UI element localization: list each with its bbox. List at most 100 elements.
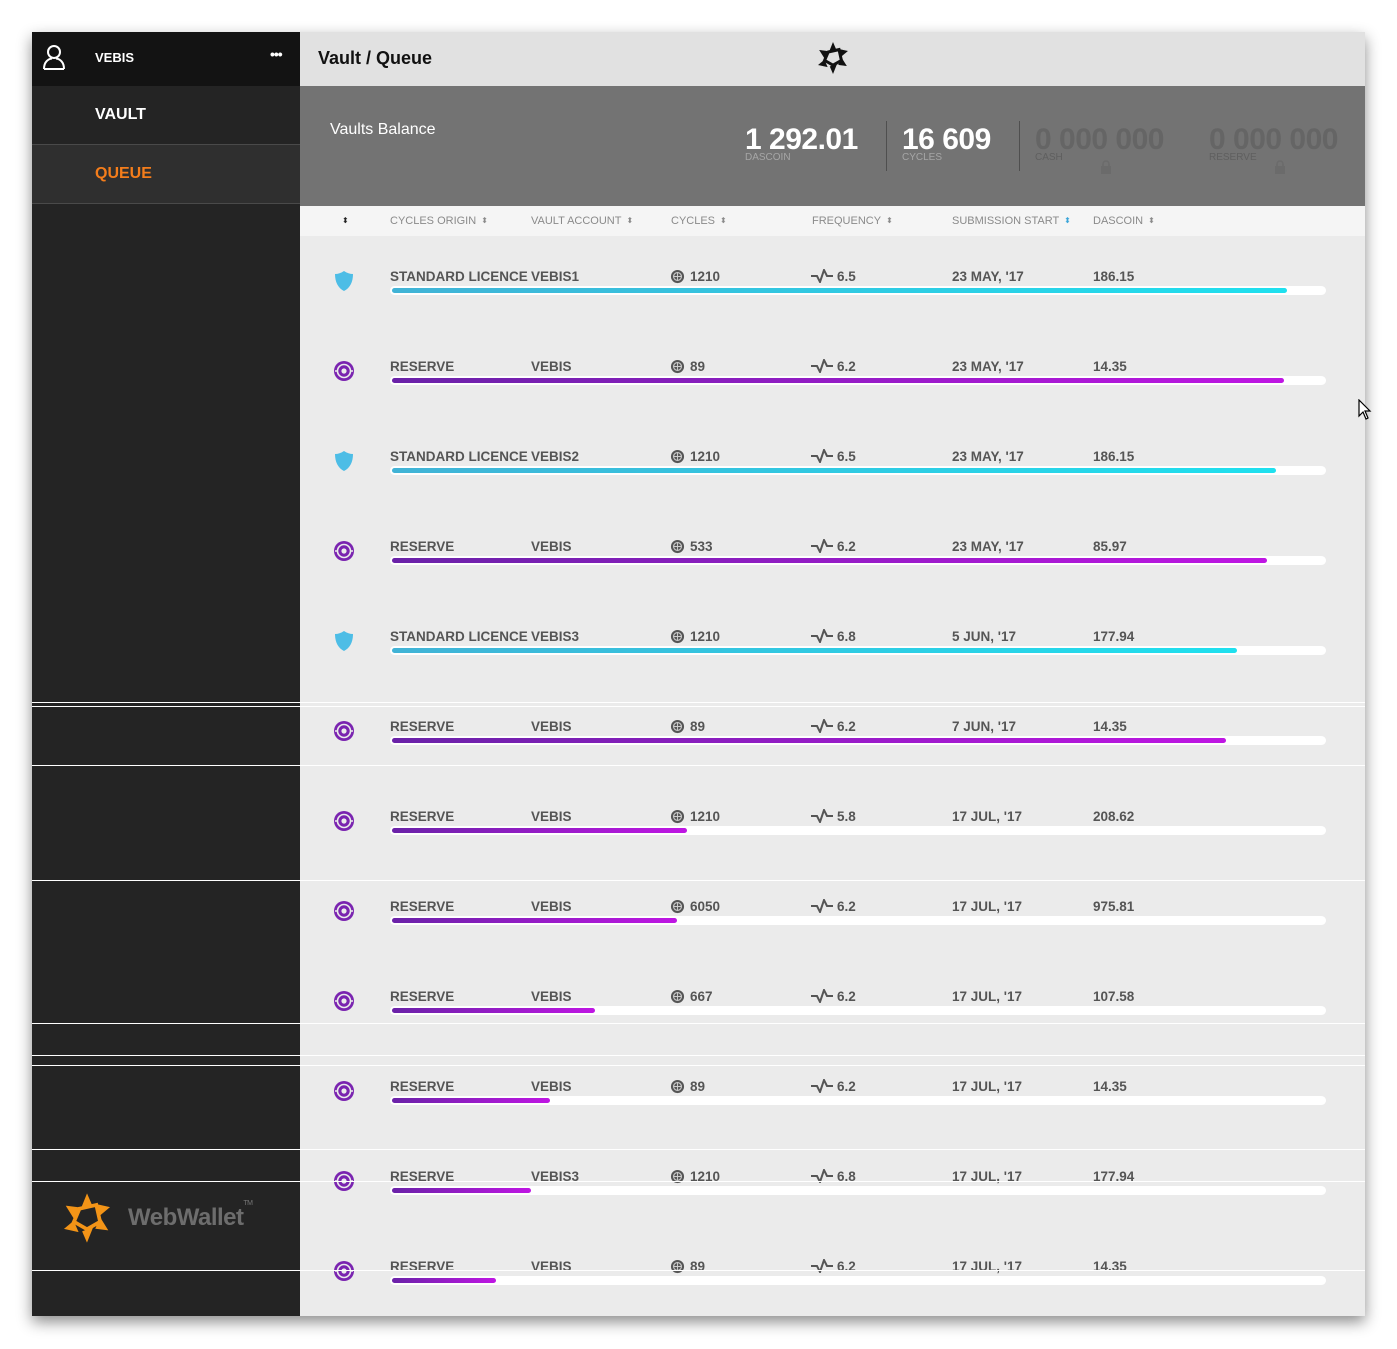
progress-track bbox=[390, 1096, 1326, 1105]
row-type-icon bbox=[333, 990, 355, 1012]
cell-submission-start: 5 JUN, '17 bbox=[952, 629, 1016, 644]
cell-dascoin: 14.35 bbox=[1093, 1079, 1127, 1094]
pulse-icon bbox=[811, 809, 833, 823]
pulse-icon bbox=[811, 899, 833, 913]
cycles-icon bbox=[670, 539, 685, 554]
sort-icon: ⬍ bbox=[1148, 216, 1155, 225]
column-header-frequency[interactable]: FREQUENCY ⬍ bbox=[812, 215, 893, 227]
cell-vault-account: VEBIS bbox=[531, 539, 572, 554]
cell-cycles-origin: RESERVE bbox=[390, 1259, 455, 1274]
cycles-value: 89 bbox=[690, 719, 706, 734]
frequency-value: 6.2 bbox=[837, 1079, 856, 1094]
pulse-icon bbox=[811, 1079, 833, 1093]
cell-dascoin: 186.15 bbox=[1093, 269, 1135, 284]
cell-cycles: 667 bbox=[670, 989, 713, 1004]
cell-submission-start: 17 JUL, '17 bbox=[952, 899, 1022, 914]
cycles-value: 533 bbox=[690, 539, 713, 554]
table-row[interactable]: RESERVE VEBIS 667 6.2 17 JUL, '17 107.58 bbox=[300, 956, 1365, 1046]
cell-frequency: 6.2 bbox=[811, 359, 856, 374]
progress-fill bbox=[392, 1188, 531, 1193]
reserve-icon bbox=[334, 721, 354, 741]
cell-cycles: 89 bbox=[670, 719, 705, 734]
cell-dascoin: 975.81 bbox=[1093, 899, 1135, 914]
user-icon[interactable] bbox=[42, 44, 66, 70]
frequency-value: 6.2 bbox=[837, 719, 856, 734]
progress-track bbox=[390, 646, 1326, 655]
cell-cycles: 89 bbox=[670, 1259, 705, 1274]
cell-vault-account: VEBIS bbox=[531, 1259, 572, 1274]
table-row[interactable]: RESERVE VEBIS 89 6.2 7 JUN, '17 14.35 bbox=[300, 686, 1365, 776]
sidebar-item-vault[interactable]: VAULT bbox=[32, 86, 300, 145]
column-header-dascoin[interactable]: DASCOIN ⬍ bbox=[1093, 215, 1155, 227]
pulse-icon bbox=[811, 359, 833, 373]
cell-cycles-origin: STANDARD LICENCE bbox=[390, 269, 528, 284]
cell-cycles-origin: RESERVE bbox=[390, 359, 455, 374]
brand-logo-icon[interactable] bbox=[814, 40, 852, 76]
cycles-icon bbox=[670, 269, 685, 284]
column-header-submission-start[interactable]: SUBMISSION START ⬍ bbox=[952, 215, 1071, 227]
pulse-icon bbox=[811, 719, 833, 733]
table-row[interactable]: RESERVE VEBIS 1210 5.8 17 JUL, '17 208.6… bbox=[300, 776, 1365, 866]
table-row[interactable]: STANDARD LICENCE VEBIS1 1210 6.5 23 MAY,… bbox=[300, 236, 1365, 326]
stat-reserve: 0 000 000 RESERVE bbox=[1209, 122, 1338, 174]
cell-cycles-origin: RESERVE bbox=[390, 899, 455, 914]
cycles-icon bbox=[670, 1259, 685, 1274]
column-header-vault-account[interactable]: VAULT ACCOUNT ⬍ bbox=[531, 215, 633, 227]
webwallet-logo-icon bbox=[61, 1190, 113, 1246]
cell-frequency: 6.2 bbox=[811, 1079, 856, 1094]
table-row[interactable]: STANDARD LICENCE VEBIS2 1210 6.5 23 MAY,… bbox=[300, 416, 1365, 506]
cell-vault-account: VEBIS bbox=[531, 989, 572, 1004]
table-row[interactable]: RESERVE VEBIS 89 6.2 17 JUL, '17 14.35 bbox=[300, 1226, 1365, 1316]
table-row[interactable]: RESERVE VEBIS 89 6.2 23 MAY, '17 14.35 bbox=[300, 326, 1365, 416]
logo-wordmark: WebWallet TM bbox=[128, 1200, 253, 1232]
column-label: DASCOIN bbox=[1093, 215, 1144, 227]
webwallet-logo: WebWallet TM bbox=[58, 1190, 253, 1246]
lock-icon bbox=[1101, 160, 1111, 174]
more-options-button[interactable]: ••• bbox=[270, 46, 283, 62]
render-artifact-line bbox=[32, 1055, 1365, 1056]
reserve-icon bbox=[334, 1081, 354, 1101]
cell-submission-start: 17 JUL, '17 bbox=[952, 1259, 1022, 1274]
pulse-icon bbox=[811, 539, 833, 553]
progress-track bbox=[390, 916, 1326, 925]
table-row[interactable]: STANDARD LICENCE VEBIS3 1210 6.8 5 JUN, … bbox=[300, 596, 1365, 686]
top-bar: Vault / Queue bbox=[300, 32, 1365, 86]
cell-cycles-origin: RESERVE bbox=[390, 539, 455, 554]
cycles-icon bbox=[670, 359, 685, 374]
table-row[interactable]: RESERVE VEBIS 533 6.2 23 MAY, '17 85.97 bbox=[300, 506, 1365, 596]
cell-frequency: 6.2 bbox=[811, 1259, 856, 1274]
render-artifact-line bbox=[32, 706, 1365, 707]
cell-dascoin: 208.62 bbox=[1093, 809, 1135, 824]
cycles-icon bbox=[670, 1079, 685, 1094]
cycles-icon bbox=[670, 899, 685, 914]
cell-submission-start: 23 MAY, '17 bbox=[952, 449, 1024, 464]
table-row[interactable]: RESERVE VEBIS 89 6.2 17 JUL, '17 14.35 bbox=[300, 1046, 1365, 1136]
cell-submission-start: 23 MAY, '17 bbox=[952, 539, 1024, 554]
queue-table-body: STANDARD LICENCE VEBIS1 1210 6.5 23 MAY,… bbox=[300, 236, 1365, 1316]
reserve-icon bbox=[334, 811, 354, 831]
progress-fill bbox=[392, 918, 678, 923]
sort-icon-active: ⬍ bbox=[1064, 216, 1071, 225]
column-header-cycles[interactable]: CYCLES ⬍ bbox=[671, 215, 727, 227]
cell-cycles: 1210 bbox=[670, 449, 720, 464]
cell-cycles: 1210 bbox=[670, 269, 720, 284]
column-label: FREQUENCY bbox=[812, 215, 882, 227]
progress-track bbox=[390, 556, 1326, 565]
row-type-icon bbox=[333, 810, 355, 832]
sidebar-item-queue[interactable]: QUEUE bbox=[32, 145, 300, 204]
cell-dascoin: 177.94 bbox=[1093, 629, 1135, 644]
progress-fill bbox=[392, 648, 1238, 653]
progress-track bbox=[390, 1006, 1326, 1015]
cell-cycles-origin: RESERVE bbox=[390, 809, 455, 824]
cell-submission-start: 17 JUL, '17 bbox=[952, 1079, 1022, 1094]
cycles-value: 89 bbox=[690, 1259, 706, 1274]
cycles-value: 1210 bbox=[690, 629, 721, 644]
progress-track bbox=[390, 1186, 1326, 1195]
cycles-value: 1210 bbox=[690, 809, 721, 824]
column-header-cycles-origin[interactable]: CYCLES ORIGIN ⬍ bbox=[390, 215, 488, 227]
cell-cycles-origin: RESERVE bbox=[390, 989, 455, 1004]
frequency-value: 6.2 bbox=[837, 989, 856, 1004]
render-artifact-line bbox=[32, 702, 1365, 703]
progress-fill bbox=[392, 288, 1287, 293]
column-header-type[interactable]: ⬍ bbox=[342, 215, 349, 227]
